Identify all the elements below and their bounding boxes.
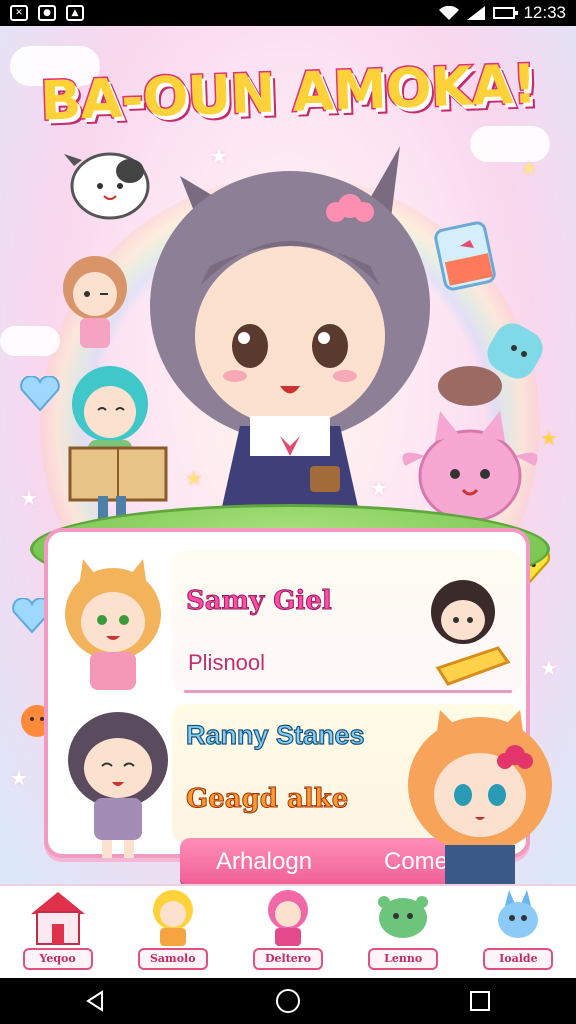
- wifi-icon: [439, 6, 460, 20]
- nav-label: Samolo: [137, 948, 208, 970]
- nav-item-ioalde[interactable]: Ioalde: [468, 888, 568, 970]
- status-bar: ✕ ● ▲ 12:33: [0, 0, 576, 26]
- potion-bottle-icon: [434, 221, 496, 291]
- house-icon: [30, 892, 85, 945]
- blue-creature-icon: [498, 890, 539, 938]
- recents-button[interactable]: [460, 986, 500, 1016]
- notification-icon: ✕: [10, 5, 28, 21]
- nav-item-lenno[interactable]: Lenno: [353, 888, 453, 970]
- nav-item-samolo[interactable]: Samolo: [123, 888, 223, 970]
- system-nav-bar: [0, 978, 576, 1024]
- entry-subtitle: Plisnool: [188, 650, 266, 675]
- back-button[interactable]: [76, 986, 116, 1016]
- entry-title: Samy Giel: [186, 586, 333, 617]
- star-icon: ★: [520, 156, 538, 180]
- star-icon: ★: [20, 486, 38, 510]
- arhalogn-button[interactable]: Arhalogn: [216, 848, 312, 876]
- nav-label: Ioalde: [483, 948, 554, 970]
- home-button[interactable]: [268, 986, 308, 1016]
- battery-icon: [493, 7, 519, 19]
- recents-square-icon: [470, 991, 490, 1011]
- heart-icon: [20, 376, 60, 412]
- bottle-creature-icon: [438, 323, 543, 406]
- image-notification-icon: ▲: [66, 5, 84, 21]
- green-creature-icon: [378, 896, 429, 938]
- brown-hair-chibi-icon: [63, 256, 127, 348]
- clock: 12:33: [523, 3, 566, 22]
- home-circle-icon: [276, 989, 300, 1013]
- back-triangle-icon: [86, 990, 103, 1012]
- signal-icon: [467, 6, 486, 20]
- chibi-with-cheese-icon: [431, 580, 511, 686]
- blonde-character-icon: [152, 890, 193, 946]
- nav-label: Deltero: [252, 948, 323, 970]
- nav-item-deltero[interactable]: Deltero: [238, 888, 338, 970]
- nav-label: Lenno: [368, 948, 439, 970]
- entry-title: Geagd alke: [185, 784, 349, 815]
- nav-label: Yeqoo: [22, 948, 93, 970]
- notification-icon: ●: [38, 5, 56, 21]
- bottom-nav: Yeqoo Samolo Deltero Lenno Ioalde: [0, 884, 576, 978]
- entry-title: Ranny Stanes: [185, 719, 365, 750]
- star-icon: ★: [10, 766, 28, 790]
- nav-item-yeqoo[interactable]: Yeqoo: [8, 888, 108, 970]
- cloud: [470, 126, 550, 162]
- orange-hair-girl-portrait: [408, 710, 552, 885]
- pink-character-icon: [267, 890, 308, 946]
- dark-hair-girl-portrait: [68, 712, 168, 858]
- cat-girl-portrait: [65, 559, 161, 690]
- star-icon: ★: [540, 656, 558, 680]
